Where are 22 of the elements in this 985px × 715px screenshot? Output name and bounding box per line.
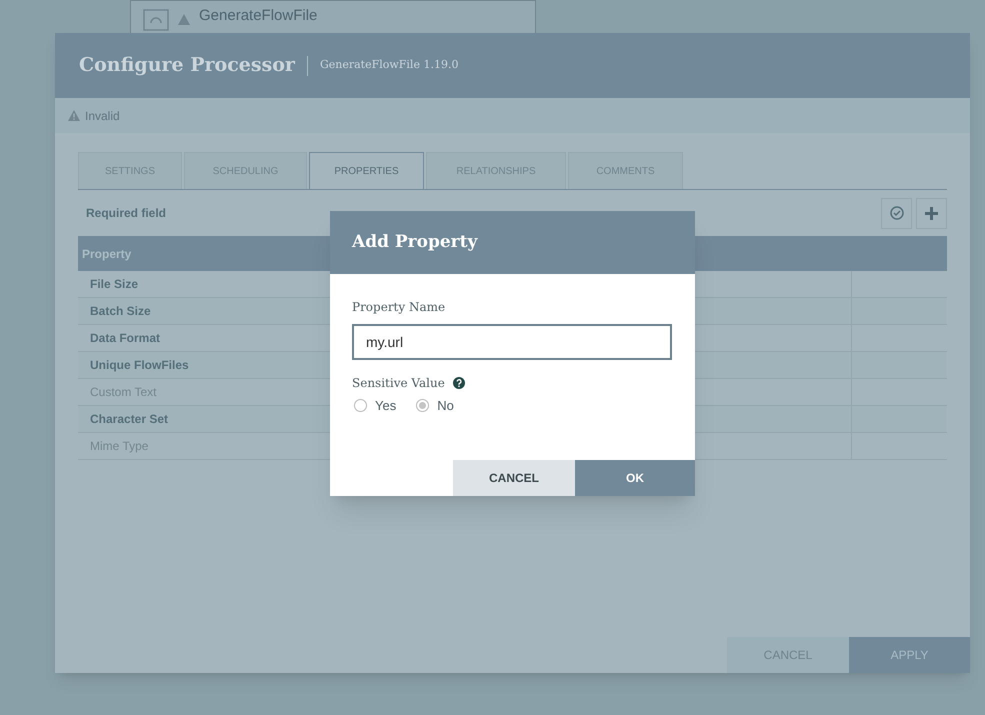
- dialog-title: Add Property: [352, 230, 478, 254]
- property-name-field[interactable]: my.url: [352, 324, 672, 360]
- dialog-subtitle: GenerateFlowFile 1.19.0: [320, 57, 458, 74]
- status-text: Invalid: [85, 108, 120, 124]
- check-circle-icon: [890, 206, 904, 220]
- verify-button[interactable]: [881, 198, 912, 228]
- cancel-button[interactable]: CANCEL: [453, 460, 575, 496]
- ok-button[interactable]: OK: [575, 460, 695, 496]
- processor-node[interactable]: GenerateFlowFile: [130, 0, 536, 34]
- field-label: Property Name: [352, 299, 446, 316]
- warning-icon: [67, 109, 81, 122]
- processor-name: GenerateFlowFile: [199, 6, 318, 26]
- tab[interactable]: PROPERTIES: [309, 152, 424, 189]
- warning-icon: [177, 13, 191, 26]
- radio-button[interactable]: [354, 399, 367, 412]
- required-note: Required field: [85, 205, 166, 222]
- dialog-title: Configure Processor: [79, 53, 295, 78]
- plus-icon: [925, 206, 938, 220]
- radio-button[interactable]: [416, 399, 430, 412]
- add-property-button[interactable]: [916, 198, 947, 228]
- processor-icon: [143, 9, 169, 31]
- help-icon[interactable]: [452, 377, 465, 389]
